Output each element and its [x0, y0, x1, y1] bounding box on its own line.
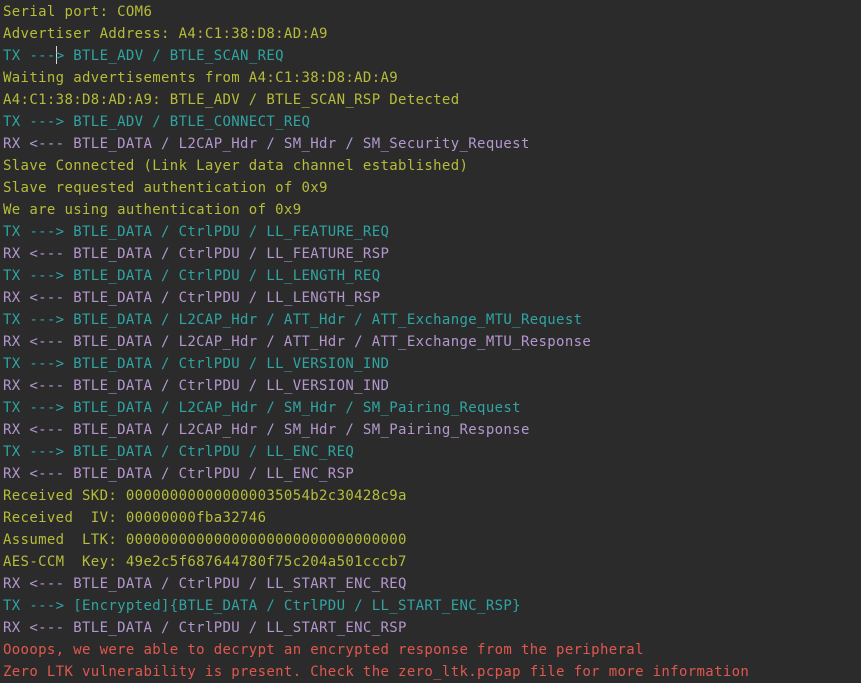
terminal-line-rx: RX <--- BTLE_DATA / CtrlPDU / LL_VERSION… [3, 378, 390, 394]
terminal-line-info: Advertiser Address: A4:C1:38:D8:AD:A9 [3, 26, 328, 42]
terminal-line-info: Serial port: COM6 [3, 4, 153, 20]
terminal-line-rx: RX <--- BTLE_DATA / CtrlPDU / LL_FEATURE… [3, 246, 390, 262]
terminal-line-tx: TX ---> BTLE_DATA / CtrlPDU / LL_FEATURE… [3, 224, 390, 240]
terminal-line-tx: TX ---> BTLE_DATA / CtrlPDU / LL_LENGTH_… [3, 268, 381, 284]
terminal-line-info: A4:C1:38:D8:AD:A9: BTLE_ADV / BTLE_SCAN_… [3, 92, 460, 108]
terminal-line-tx: TX ---> BTLE_DATA / CtrlPDU / LL_ENC_REQ [3, 444, 355, 460]
terminal-line-rx: RX <--- BTLE_DATA / CtrlPDU / LL_ENC_RSP [3, 466, 355, 482]
terminal-line-info: Slave Connected (Link Layer data channel… [3, 158, 469, 174]
terminal-line-rx: RX <--- BTLE_DATA / L2CAP_Hdr / ATT_Hdr … [3, 334, 592, 350]
terminal-line-tx: TX ---> BTLE_DATA / CtrlPDU / LL_VERSION… [3, 356, 390, 372]
terminal-line-tx: TX ---> BTLE_ADV / BTLE_CONNECT_REQ [3, 114, 311, 130]
line-text-after-caret: > BTLE_ADV / BTLE_SCAN_REQ [55, 48, 284, 64]
terminal-line-info: AES-CCM Key: 49e2c5f687644780f75c204a501… [3, 554, 407, 570]
terminal-line-info: Slave requested authentication of 0x9 [3, 180, 328, 196]
line-text-before-caret: TX --- [3, 48, 56, 64]
terminal-line-rx: RX <--- BTLE_DATA / L2CAP_Hdr / SM_Hdr /… [3, 136, 530, 152]
terminal-line-rx: RX <--- BTLE_DATA / CtrlPDU / LL_START_E… [3, 620, 407, 636]
terminal-line-info: Waiting advertisements from A4:C1:38:D8:… [3, 70, 399, 86]
terminal-line-tx: TX ---> BTLE_DATA / L2CAP_Hdr / SM_Hdr /… [3, 400, 521, 416]
terminal-line-rx: RX <--- BTLE_DATA / L2CAP_Hdr / SM_Hdr /… [3, 422, 530, 438]
terminal-line-info: Assumed LTK: 000000000000000000000000000… [3, 532, 407, 548]
terminal-line-rx: RX <--- BTLE_DATA / CtrlPDU / LL_LENGTH_… [3, 290, 381, 306]
terminal-output[interactable]: Serial port: COM6 Advertiser Address: A4:… [0, 0, 861, 683]
terminal-line-info: We are using authentication of 0x9 [3, 202, 302, 218]
terminal-line-error: Zero LTK vulnerability is present. Check… [3, 664, 750, 680]
terminal-line-tx: TX ---> [Encrypted]{BTLE_DATA / CtrlPDU … [3, 598, 521, 614]
terminal-line-info: Received IV: 00000000fba32746 [3, 510, 267, 526]
terminal-line-error: Oooops, we were able to decrypt an encry… [3, 642, 644, 658]
terminal-line-tx: TX ---> BTLE_DATA / L2CAP_Hdr / ATT_Hdr … [3, 312, 583, 328]
terminal-line-info: Received SKD: 000000000000000035054b2c30… [3, 488, 407, 504]
terminal-line-tx: TX ---> BTLE_ADV / BTLE_SCAN_REQ [3, 45, 861, 67]
terminal-line-rx: RX <--- BTLE_DATA / CtrlPDU / LL_START_E… [3, 576, 407, 592]
